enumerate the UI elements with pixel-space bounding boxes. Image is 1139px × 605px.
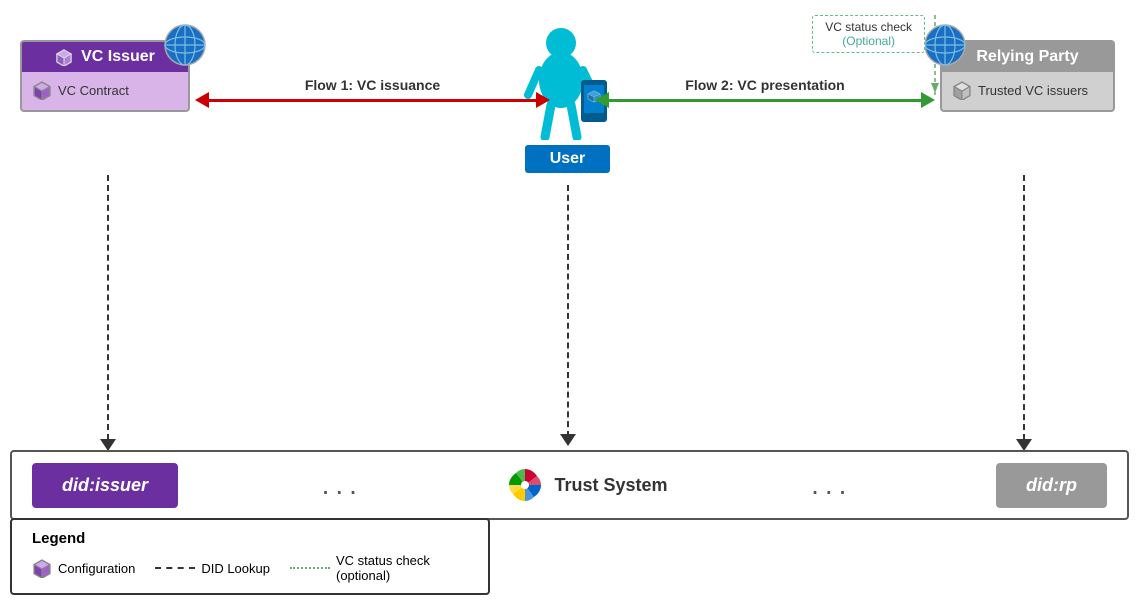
- cube-icon-issuer: [55, 48, 73, 66]
- legend-dashed-line: [155, 567, 195, 569]
- flow2-arrow-right: [921, 92, 935, 108]
- vc-issuer-label: VC Issuer: [81, 48, 155, 66]
- trust-system-icon: [506, 466, 544, 504]
- vc-status-line2: (Optional): [842, 34, 895, 48]
- dashed-line-user: [567, 185, 569, 437]
- user-figure: [523, 25, 613, 140]
- legend-cube-icon: [32, 558, 52, 578]
- main-area: VC status check (Optional): [10, 10, 1125, 500]
- flow1-arrow-right: [536, 92, 550, 108]
- flow1-line: Flow 1: VC issuance: [209, 99, 536, 102]
- legend-title: Legend: [32, 530, 468, 547]
- legend-box: Legend Configuration DID Lookup VC statu…: [10, 518, 490, 595]
- relying-party-box: Relying Party Trusted VC issuers: [940, 40, 1115, 112]
- flow2-arrow-container: Flow 2: VC presentation: [595, 92, 935, 108]
- dots-right: ...: [811, 469, 852, 501]
- dots-left: ...: [322, 469, 363, 501]
- vc-contract-text: VC Contract: [58, 83, 129, 98]
- did-rp-label: did:rp: [1026, 475, 1077, 495]
- legend-vc-status-label: VC status check(optional): [336, 553, 430, 583]
- vc-status-line1: VC status check: [825, 20, 912, 34]
- trusted-vc-label: Trusted VC issuers: [952, 80, 1103, 100]
- cube-icon-contract: [32, 80, 52, 100]
- vc-status-box: VC status check (Optional): [812, 15, 925, 53]
- globe-icon-issuer: [164, 24, 206, 71]
- flow2-line: Flow 2: VC presentation: [609, 99, 921, 102]
- diagram-container: VC status check (Optional): [0, 0, 1139, 605]
- trusted-vc-text: Trusted VC issuers: [978, 83, 1088, 98]
- arrow-down-rp: [1016, 435, 1032, 451]
- did-issuer-label: did:issuer: [62, 475, 148, 495]
- flow2-label: Flow 2: VC presentation: [685, 77, 844, 93]
- flow2-arrow-left: [595, 92, 609, 108]
- did-issuer-box: did:issuer: [32, 463, 178, 508]
- legend-config-label: Configuration: [58, 561, 135, 576]
- dashed-line-issuer: [107, 175, 109, 440]
- cube-icon-trusted: [952, 80, 972, 100]
- legend-did-label: DID Lookup: [201, 561, 270, 576]
- legend-dotted-line: [290, 567, 330, 569]
- trust-system-label: Trust System: [554, 475, 667, 496]
- user-label: User: [525, 145, 611, 173]
- flow1-arrow-left: [195, 92, 209, 108]
- flow1-label: Flow 1: VC issuance: [305, 77, 440, 93]
- legend-items: Configuration DID Lookup VC status check…: [32, 553, 468, 583]
- trust-system-center: Trust System: [506, 466, 667, 504]
- legend-item-vc-status: VC status check(optional): [290, 553, 430, 583]
- trust-system-row: did:issuer ... Trust S: [10, 450, 1129, 520]
- dashed-line-rp: [1023, 175, 1025, 440]
- arrow-down-issuer: [100, 435, 116, 451]
- flow1-arrow-container: Flow 1: VC issuance: [195, 92, 550, 108]
- did-rp-box: did:rp: [996, 463, 1107, 508]
- globe-icon-rp: [924, 24, 966, 71]
- arrow-down-user: [560, 430, 576, 446]
- relying-party-label: Relying Party: [976, 48, 1078, 66]
- relying-party-title: Relying Party: [942, 42, 1113, 72]
- legend-item-did: DID Lookup: [155, 561, 270, 576]
- vc-contract-label: VC Contract: [32, 80, 178, 100]
- legend-item-config: Configuration: [32, 558, 135, 578]
- vc-issuer-box: VC Issuer VC Contract: [20, 40, 190, 112]
